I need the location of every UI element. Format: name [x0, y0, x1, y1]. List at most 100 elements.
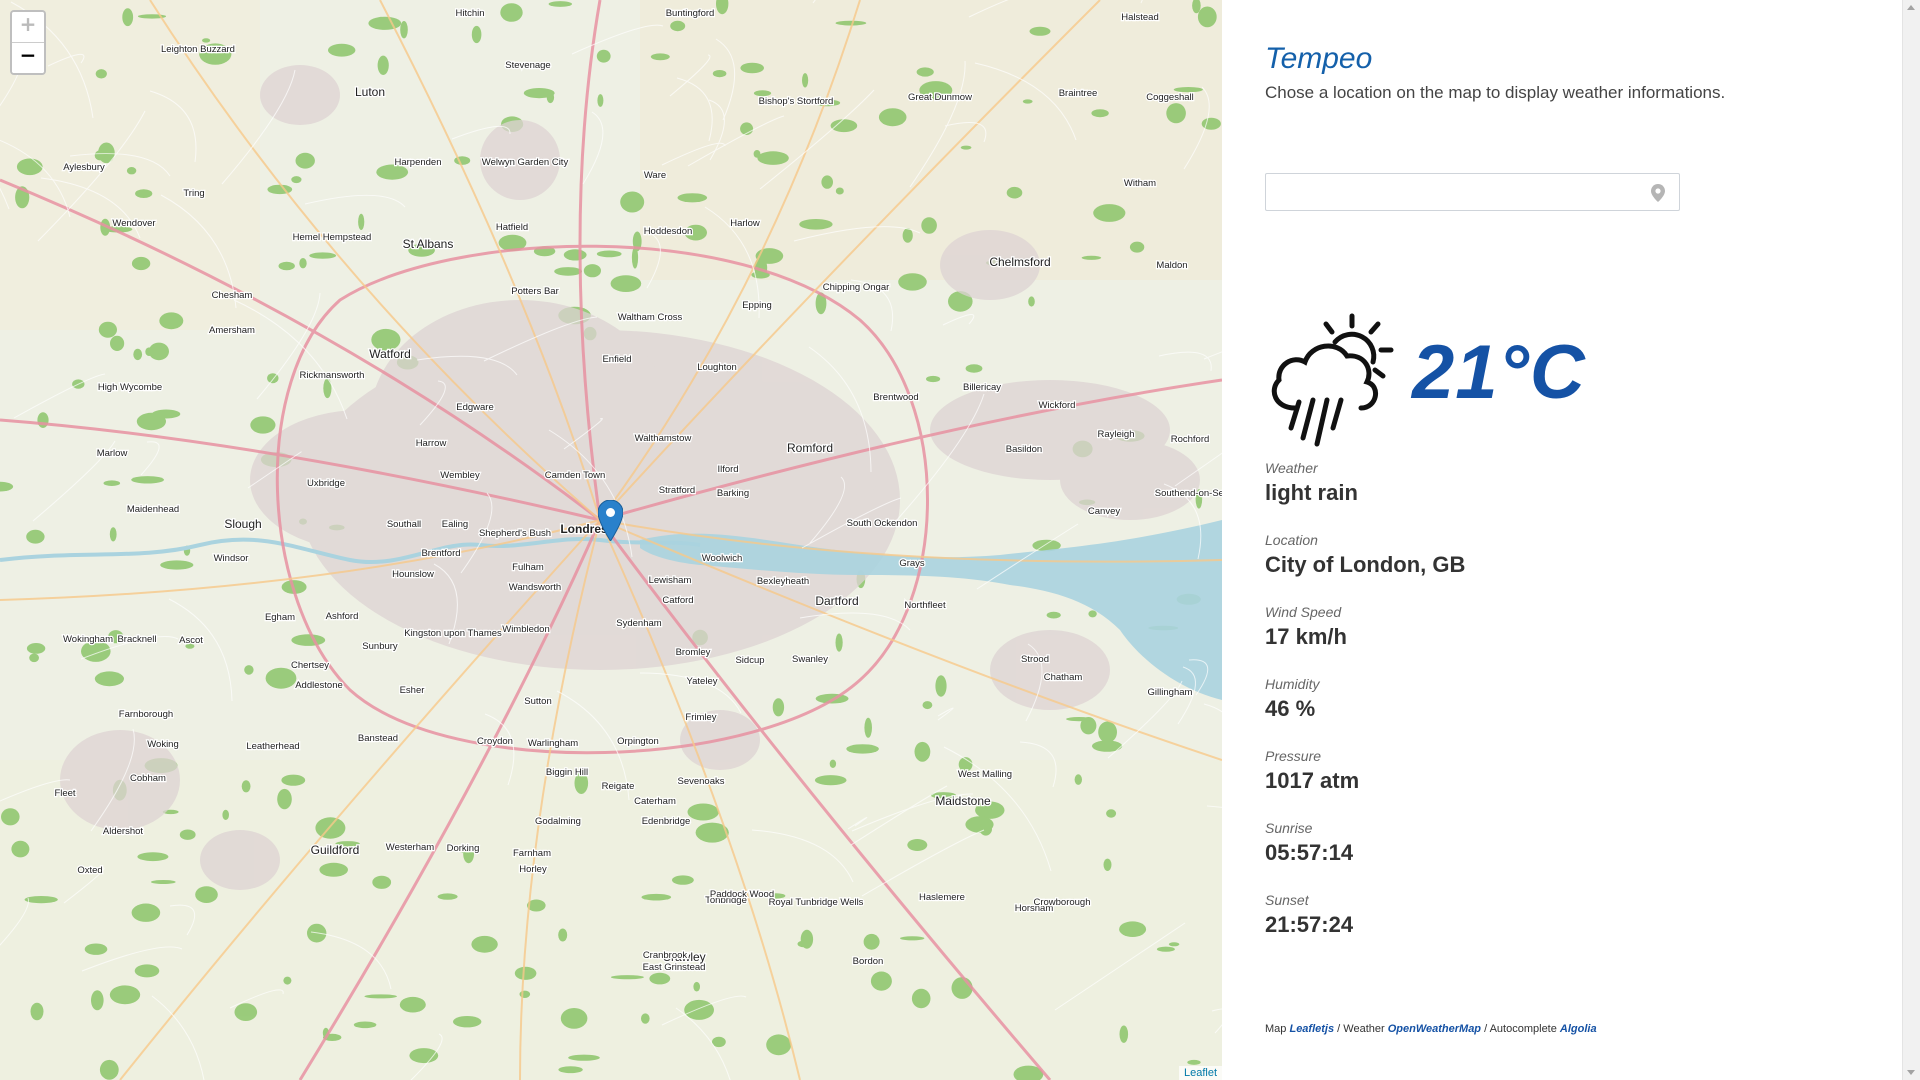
woodland-area [267, 184, 293, 195]
map-place-label: Orpington [617, 736, 659, 747]
location-search[interactable] [1265, 173, 1680, 211]
woodland-area [1046, 611, 1061, 619]
credits-weather-prefix: / Weather [1334, 1023, 1388, 1035]
map-place-label: Brentwood [873, 392, 918, 403]
woodland-area [960, 145, 972, 150]
woodland-area [1197, 6, 1217, 28]
map-place-label: Romford [787, 441, 833, 455]
woodland-area [979, 822, 992, 836]
woodland-area [131, 476, 165, 484]
woodland-area [597, 94, 604, 107]
map-place-label: Maidstone [935, 794, 991, 808]
map-place-label: West Malling [958, 769, 1012, 780]
map-place-label: Canvey [1088, 506, 1120, 517]
map-place-label: Leatherhead [246, 741, 299, 752]
woodland-area [766, 1034, 792, 1056]
woodland-area [202, 38, 211, 43]
map-attribution[interactable]: Leaflet [1178, 1066, 1222, 1080]
map-place-label: Egham [265, 612, 295, 623]
location-marker-icon[interactable] [598, 500, 623, 541]
map-place-label: Coggeshall [1146, 92, 1194, 103]
woodland-area [26, 643, 46, 654]
woodland-area [797, 940, 810, 948]
woodland-area [829, 759, 837, 768]
woodland-area [500, 3, 523, 22]
woodland-area [514, 966, 537, 980]
map-place-label: Dartford [815, 594, 858, 608]
woodland-area [37, 412, 49, 428]
map-place-label: Welwyn Garden City [482, 157, 569, 168]
map[interactable]: Hitchin Buntingford Stevenage Luton Leighton… [0, 0, 1222, 1080]
algolia-link[interactable]: Algolia [1560, 1023, 1597, 1035]
map-place-label: Waltham Cross [618, 312, 683, 323]
woodland-area [914, 741, 931, 762]
map-place-label: Amersham [209, 325, 255, 336]
location-search-input[interactable] [1274, 174, 1638, 210]
woodland-area [131, 903, 161, 922]
woodland-area [26, 529, 45, 544]
woodland-area [620, 191, 645, 213]
woodland-area [377, 55, 389, 75]
openweathermap-link[interactable]: OpenWeatherMap [1388, 1023, 1481, 1035]
map-place-label: Luton [355, 85, 385, 99]
map-place-label: Frimley [685, 712, 716, 723]
map-place-label: Westerham [386, 842, 434, 853]
map-place-label: Yateley [687, 676, 718, 687]
woodland-area [684, 999, 714, 1020]
stat-value: 1017 atm [1265, 768, 1360, 793]
map-place-label: Ilford [717, 464, 738, 475]
woodland-area [244, 665, 254, 675]
woodland-area [772, 698, 785, 717]
woodland-area [560, 1008, 588, 1029]
map-place-label: Paddock Wood [710, 889, 774, 900]
woodland-area [519, 990, 531, 998]
woodland-area [95, 69, 107, 79]
map-place-label: Wickford [1039, 400, 1076, 411]
scroll-down-icon[interactable] [1907, 1070, 1915, 1075]
woodland-area [1119, 921, 1147, 937]
woodland-area [554, 267, 582, 276]
map-place-label: Cobham [130, 773, 166, 784]
map-place-label: Uxbridge [307, 478, 345, 489]
map-place-label: Hounslow [392, 569, 434, 580]
stat-label: Humidity [1265, 676, 1320, 692]
map-place-label: Farnham [513, 848, 551, 859]
page-scrollbar[interactable] [1902, 0, 1920, 1080]
credits-map-prefix: Map [1265, 1023, 1290, 1035]
woodland-area [437, 893, 458, 900]
cloud-rain-sun-icon [1271, 313, 1394, 447]
woodland-area [902, 228, 913, 243]
map-place-label: Grays [899, 558, 925, 569]
woodland-area [84, 943, 108, 955]
scroll-up-icon[interactable] [1907, 5, 1915, 10]
map-place-label: Wendover [112, 218, 155, 229]
woodland-area [241, 780, 251, 793]
woodland-area [670, 20, 686, 32]
woodland-area [672, 875, 694, 885]
woodland-area [11, 840, 30, 858]
woodland-area [309, 252, 337, 259]
woodland-area [610, 975, 644, 980]
map-place-label: Walthamstow [635, 433, 692, 444]
woodland-area [596, 250, 622, 258]
leafletjs-link[interactable]: Leafletjs [1289, 1023, 1334, 1035]
map-place-label: Biggin Hill [546, 767, 588, 778]
stat-humidity: Humidity 46 % [1265, 675, 1319, 723]
woodland-area [99, 1059, 119, 1080]
zoom-out-button[interactable]: − [12, 42, 44, 73]
zoom-in-button[interactable]: + [12, 12, 44, 42]
woodland-area [935, 675, 947, 697]
woodland-area [846, 744, 879, 754]
app-title: Tempeo [1265, 42, 1373, 75]
woodland-area [821, 175, 833, 189]
woodland-area [568, 1054, 600, 1061]
woodland-area [133, 348, 143, 361]
woodland-area [835, 633, 843, 652]
woodland-area [471, 25, 482, 44]
map-place-label: Sevenoaks [677, 776, 724, 787]
stat-label: Location [1265, 532, 1318, 548]
woodland-area [135, 189, 153, 199]
woodland-area [471, 935, 498, 953]
woodland-area [558, 928, 568, 942]
woodland-area [134, 964, 160, 978]
